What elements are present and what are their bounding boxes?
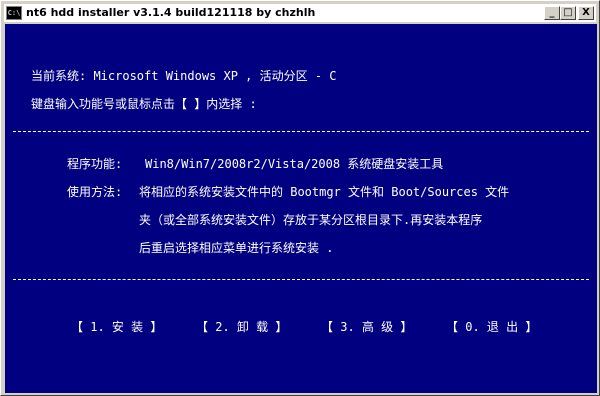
current-system-line: 当前系统: Microsoft Windows XP , 活动分区 - C <box>31 69 337 83</box>
console-window: C:\ nt6 hdd installer v3.1.4 build121118… <box>0 0 600 396</box>
close-button[interactable]: X <box>578 6 594 20</box>
usage-line-2: 夹（或全部系统安装文件）存放于某分区根目录下.再安装本程序 <box>139 213 483 227</box>
usage-line-1: 将相应的系统安装文件中的 Bootmgr 文件和 Boot/Sources 文件 <box>139 185 510 199</box>
minimize-button[interactable]: _ <box>544 6 560 20</box>
menu-uninstall[interactable]: 【 2. 卸 载 】 <box>196 319 287 335</box>
title-bar[interactable]: C:\ nt6 hdd installer v3.1.4 build121118… <box>4 4 596 22</box>
menu-exit[interactable]: 【 0. 退 出 】 <box>446 319 537 335</box>
window-title: nt6 hdd installer v3.1.4 build121118 by … <box>26 6 316 19</box>
command-prompt-icon[interactable]: C:\ <box>6 6 22 20</box>
function-label: 程序功能: <box>67 157 123 171</box>
function-value: Win8/Win7/2008r2/Vista/2008 系统硬盘安装工具 <box>145 157 444 171</box>
divider-top <box>13 131 589 132</box>
usage-line-3: 后重启选择相应菜单进行系统安装 . <box>139 241 334 255</box>
maximize-button[interactable]: □ <box>560 6 576 20</box>
selection-prompt: 键盘输入功能号或鼠标点击【 】内选择 : <box>31 97 257 111</box>
divider-bottom <box>13 279 589 280</box>
usage-label: 使用方法: <box>67 185 123 199</box>
menu-advanced[interactable]: 【 3. 高 级 】 <box>321 319 412 335</box>
console-area: 当前系统: Microsoft Windows XP , 活动分区 - C 键盘… <box>5 24 597 393</box>
menu-install[interactable]: 【 1. 安 装 】 <box>71 319 162 335</box>
